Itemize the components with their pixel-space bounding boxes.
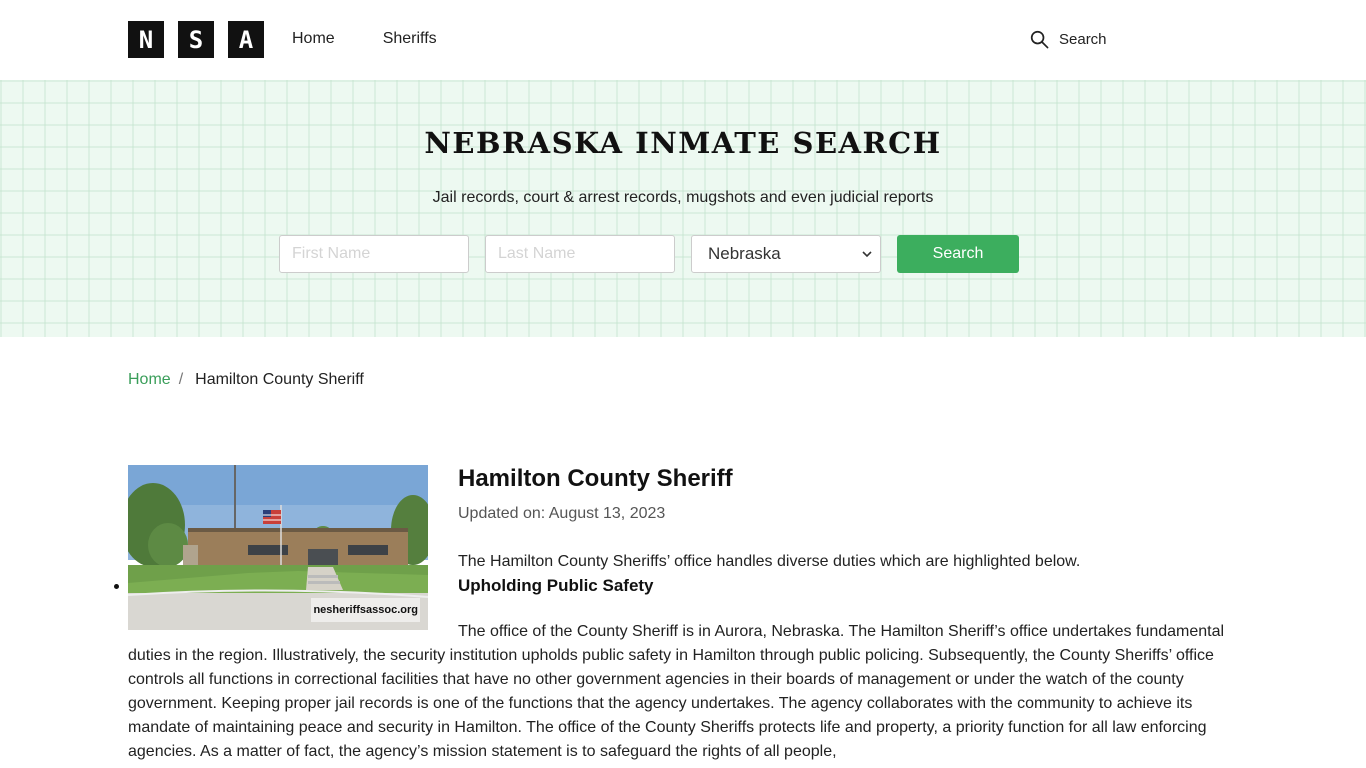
sheriff-office-photo: nesheriffsassoc.org	[128, 465, 428, 630]
list-item: Upholding Public Safety	[114, 574, 1238, 598]
article-paragraph: The office of the County Sheriff is in A…	[128, 623, 1225, 760]
search-button[interactable]: Search	[897, 235, 1019, 273]
duties-list: Upholding Public Safety	[114, 574, 1238, 598]
search-icon	[1030, 30, 1049, 49]
state-select[interactable]: Nebraska	[691, 235, 881, 273]
logo-letter: A	[228, 21, 264, 58]
last-name-input[interactable]	[485, 235, 675, 273]
photo-caption: nesheriffsassoc.org	[311, 598, 420, 622]
main-nav: Home Sheriffs	[292, 30, 437, 48]
breadcrumb-separator: /	[178, 371, 184, 388]
breadcrumb-current: Hamilton County Sheriff	[195, 371, 364, 388]
hero-title: NEBRASKA INMATE SEARCH	[424, 126, 942, 160]
nav-home-link[interactable]: Home	[292, 30, 335, 48]
logo-letter: S	[178, 21, 214, 58]
first-name-input[interactable]	[279, 235, 469, 273]
breadcrumb-home-link[interactable]: Home	[128, 371, 171, 389]
site-logo[interactable]: N S A	[128, 21, 264, 58]
site-header: N S A Home Sheriffs Search	[0, 0, 1366, 80]
logo-letter: N	[128, 21, 164, 58]
nav-sheriffs-link[interactable]: Sheriffs	[383, 30, 437, 48]
hero-search-section: NEBRASKA INMATE SEARCH Jail records, cou…	[0, 80, 1366, 337]
state-select-value: Nebraska	[708, 244, 781, 263]
inmate-search-form: Nebraska Search	[279, 235, 1019, 273]
header-search-button[interactable]: Search	[1030, 30, 1107, 49]
hero-subtitle: Jail records, court & arrest records, mu…	[432, 189, 934, 206]
article: nesheriffsassoc.org Hamilton County Sher…	[114, 465, 1238, 764]
breadcrumb: Home / Hamilton County Sheriff	[128, 371, 364, 389]
chevron-down-icon	[862, 251, 872, 258]
header-search-label: Search	[1059, 31, 1107, 48]
